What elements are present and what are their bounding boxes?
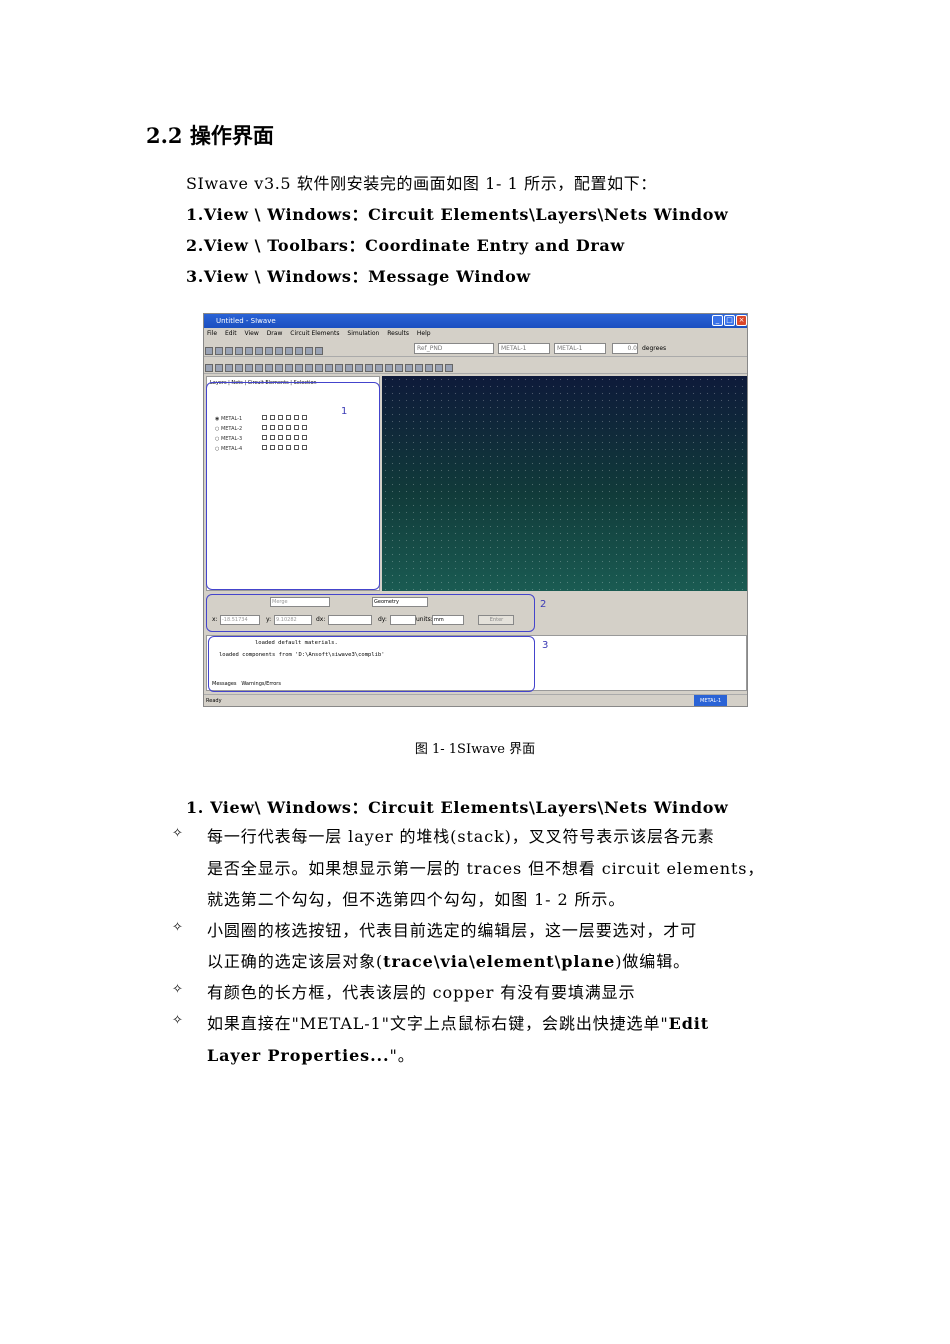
config-item-1: 1.View \ Windows：Circuit Elements\Layers… xyxy=(186,205,729,224)
bullet-1-line-1: 每一行代表每一层 layer 的堆栈(stack)，叉叉符号表示该层各元素 xyxy=(207,827,715,846)
toolbar-main: Ref_PND METAL-1 METAL-1 0.0 degrees xyxy=(204,340,747,357)
menu-simulation[interactable]: Simulation xyxy=(347,330,379,337)
bullet-4-line-2: Layer Properties..."。 xyxy=(207,1042,415,1066)
tool-icon[interactable] xyxy=(305,364,313,372)
text-run-bold: trace\via\element\plane xyxy=(383,952,616,971)
config-item-2: 2.View \ Toolbars：Coordinate Entry and D… xyxy=(186,236,625,255)
layers-icon[interactable] xyxy=(305,347,313,355)
tool-icon[interactable] xyxy=(375,364,383,372)
tool-icon[interactable] xyxy=(405,364,413,372)
tool-icon[interactable] xyxy=(205,364,213,372)
angle-unit: degrees xyxy=(642,345,667,352)
text-run: )做编辑。 xyxy=(615,952,691,971)
save-icon[interactable] xyxy=(225,347,233,355)
menu-results[interactable]: Results xyxy=(387,330,409,337)
text-run: 以正确的选定该层对象( xyxy=(207,952,384,971)
section-heading: 2.2 操作界面 xyxy=(146,123,274,148)
tool-icon[interactable] xyxy=(395,364,403,372)
bullet-icon: ✧ xyxy=(172,1013,183,1028)
window-titlebar: Untitled - SIwave xyxy=(204,314,747,328)
tool-icon[interactable] xyxy=(385,364,393,372)
undo-icon[interactable] xyxy=(265,347,273,355)
toolbar-draw xyxy=(204,357,747,374)
status-bar: Ready METAL-1 xyxy=(204,694,747,706)
bullet-1-line-2: 是否全显示。如果想显示第一层的 traces 但不想看 circuit elem… xyxy=(207,859,765,878)
net-combo[interactable]: Ref_PND xyxy=(414,343,494,354)
label-3: 3 xyxy=(542,640,549,651)
text-run: 如果直接在"METAL-1"文字上点鼠标右键，会跳出快捷选单" xyxy=(207,1014,669,1033)
layer-combo-1[interactable]: METAL-1 xyxy=(498,343,550,354)
highlight-box-1 xyxy=(206,382,380,590)
text-run: "。 xyxy=(389,1046,415,1065)
tool-icon[interactable] xyxy=(285,364,293,372)
menu-file[interactable]: File xyxy=(207,330,217,337)
close-icon[interactable]: × xyxy=(736,315,747,326)
text-run-bold: Layer Properties... xyxy=(207,1046,390,1065)
tool-icon[interactable] xyxy=(245,364,253,372)
tool-icon[interactable] xyxy=(265,364,273,372)
status-layer: METAL-1 xyxy=(694,695,728,706)
redo-icon[interactable] xyxy=(275,347,283,355)
tool-icon[interactable] xyxy=(365,364,373,372)
new-icon[interactable] xyxy=(205,347,213,355)
menu-draw[interactable]: Draw xyxy=(267,330,283,337)
label-1: 1 xyxy=(341,406,348,417)
help-icon[interactable] xyxy=(315,347,323,355)
config-item-3: 3.View \ Windows：Message Window xyxy=(186,267,531,286)
layer-combo-2[interactable]: METAL-1 xyxy=(554,343,606,354)
bullet-icon: ✧ xyxy=(172,982,183,997)
figure-caption: 图 1- 1SIwave 界面 xyxy=(414,742,536,757)
minimize-icon[interactable]: _ xyxy=(712,315,723,326)
tool-icon[interactable] xyxy=(415,364,423,372)
tool-icon[interactable] xyxy=(215,364,223,372)
text-run-bold: Edit xyxy=(668,1014,710,1033)
tool-icon[interactable] xyxy=(425,364,433,372)
menu-bar: File Edit View Draw Circuit Elements Sim… xyxy=(204,328,747,340)
layout-canvas[interactable] xyxy=(382,376,747,591)
menu-edit[interactable]: Edit xyxy=(225,330,237,337)
paste-icon[interactable] xyxy=(255,347,263,355)
angle-field[interactable]: 0.0 xyxy=(612,343,638,354)
zoom-icon[interactable] xyxy=(295,347,303,355)
menu-view[interactable]: View xyxy=(245,330,259,337)
tool-icon[interactable] xyxy=(345,364,353,372)
siwave-screenshot: Untitled - SIwave _ □ × File Edit View D… xyxy=(203,313,748,707)
tool-icon[interactable] xyxy=(445,364,453,372)
open-icon[interactable] xyxy=(215,347,223,355)
tool-icon[interactable] xyxy=(275,364,283,372)
highlight-box-2 xyxy=(206,594,535,632)
menu-help[interactable]: Help xyxy=(417,330,431,337)
maximize-icon[interactable]: □ xyxy=(724,315,735,326)
cut-icon[interactable] xyxy=(235,347,243,355)
bullet-4-line-1: 如果直接在"METAL-1"文字上点鼠标右键，会跳出快捷选单"Edit xyxy=(207,1010,709,1034)
tool-icon[interactable] xyxy=(225,364,233,372)
bullet-2-line-2: 以正确的选定该层对象(trace\via\element\plane)做编辑。 xyxy=(207,948,690,972)
intro-text: SIwave v3.5 软件刚安装完的画面如图 1- 1 所示，配置如下： xyxy=(186,174,657,193)
tool-icon[interactable] xyxy=(255,364,263,372)
tool-icon[interactable] xyxy=(335,364,343,372)
tool-icon[interactable] xyxy=(315,364,323,372)
bullet-2-line-1: 小圆圈的核选按钮，代表目前选定的编辑层，这一层要选对，才可 xyxy=(207,921,698,940)
tool-icon[interactable] xyxy=(235,364,243,372)
copy-icon[interactable] xyxy=(245,347,253,355)
select-icon[interactable] xyxy=(285,347,293,355)
bullet-icon: ✧ xyxy=(172,920,183,935)
bullet-1-line-3: 就选第二个勾勾，但不选第四个勾勾，如图 1- 2 所示。 xyxy=(207,890,626,909)
menu-circuit-elements[interactable]: Circuit Elements xyxy=(290,330,339,337)
bullet-3-line-1: 有颜色的长方框，代表该层的 copper 有没有要填满显示 xyxy=(207,983,636,1002)
label-2: 2 xyxy=(540,599,547,610)
bullet-icon: ✧ xyxy=(172,826,183,841)
tool-icon[interactable] xyxy=(435,364,443,372)
highlight-box-3 xyxy=(208,636,535,692)
section-title: 1. View\ Windows：Circuit Elements\Layers… xyxy=(186,798,729,817)
tool-icon[interactable] xyxy=(325,364,333,372)
tool-icon[interactable] xyxy=(355,364,363,372)
tool-icon[interactable] xyxy=(295,364,303,372)
status-ready: Ready xyxy=(206,698,222,704)
